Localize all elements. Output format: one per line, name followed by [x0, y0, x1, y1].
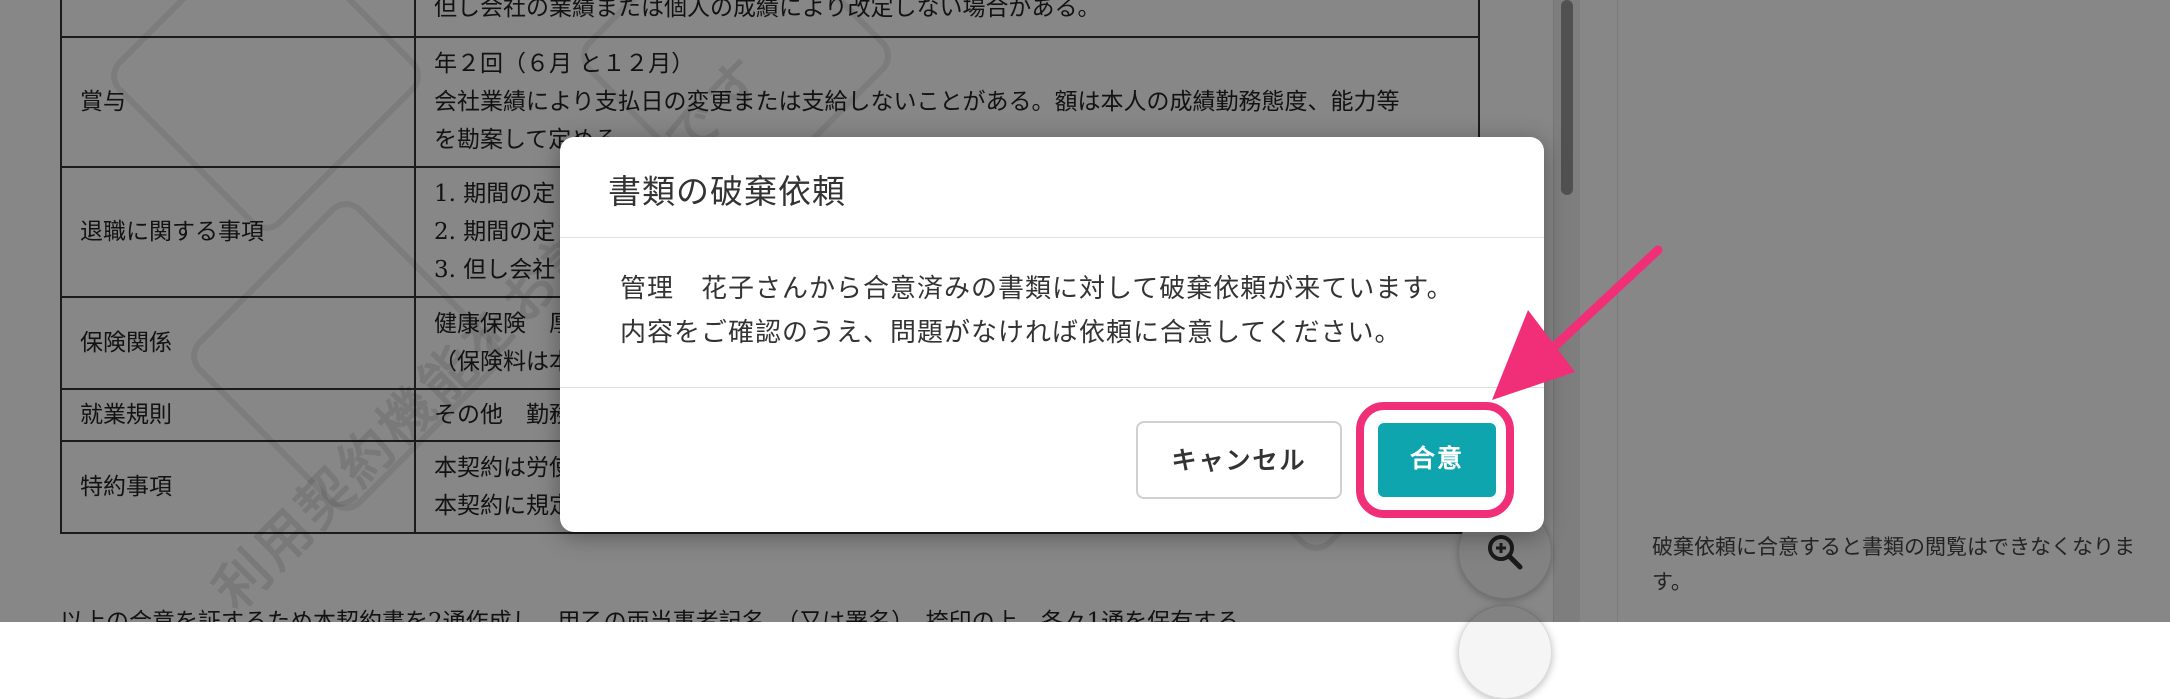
pointer-arrow-icon: [1492, 245, 1663, 400]
